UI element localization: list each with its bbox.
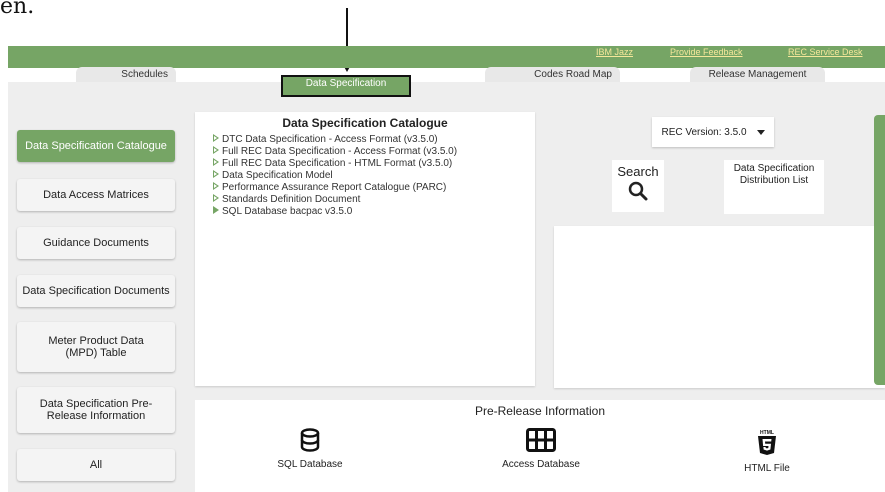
chevron-down-icon bbox=[756, 129, 765, 135]
table-icon bbox=[526, 428, 556, 452]
database-icon bbox=[300, 428, 320, 452]
html5-icon: HTML bbox=[758, 430, 776, 455]
expand-arrow-icon bbox=[213, 170, 219, 178]
sidebar-item-data-specification-catalogue[interactable]: Data Specification Catalogue bbox=[17, 130, 175, 162]
distribution-list-button[interactable]: Data Specification Distribution List bbox=[724, 160, 824, 214]
sql-database-download[interactable]: SQL Database bbox=[250, 428, 370, 470]
html-badge-text: HTML bbox=[760, 430, 774, 436]
catalogue-item[interactable]: Data Specification Model bbox=[213, 170, 457, 182]
html-file-label: HTML File bbox=[744, 463, 790, 474]
expand-arrow-icon bbox=[213, 206, 219, 214]
header-bar bbox=[8, 46, 885, 68]
expand-arrow-icon bbox=[213, 146, 219, 154]
sidebar-item-mpd-table[interactable]: Meter Product Data (MPD) Table bbox=[17, 322, 175, 372]
search-label: Search bbox=[617, 164, 659, 179]
access-database-download[interactable]: Access Database bbox=[481, 428, 601, 470]
tab-data-specification[interactable]: Data Specification bbox=[281, 75, 411, 97]
link-rec-service-desk[interactable]: REC Service Desk bbox=[788, 47, 863, 57]
expand-arrow-icon bbox=[213, 194, 219, 202]
search-icon bbox=[628, 181, 648, 201]
rec-version-value: REC Version: 3.5.0 bbox=[661, 126, 747, 138]
expand-arrow-icon bbox=[213, 182, 219, 190]
tab-release-management[interactable]: Release Management bbox=[690, 67, 825, 82]
sidebar-item-data-access-matrices[interactable]: Data Access Matrices bbox=[17, 179, 175, 211]
expand-arrow-icon bbox=[213, 134, 219, 142]
tab-codes-road-map[interactable]: Codes Road Map bbox=[485, 67, 620, 82]
catalogue-item[interactable]: DTC Data Specification - Access Format (… bbox=[213, 134, 457, 146]
search-button[interactable]: Search bbox=[612, 160, 664, 212]
access-database-label: Access Database bbox=[502, 459, 580, 470]
catalogue-item[interactable]: Performance Assurance Report Catalogue (… bbox=[213, 182, 457, 194]
caption-text: en. bbox=[0, 0, 35, 19]
sql-database-label: SQL Database bbox=[277, 459, 343, 470]
catalogue-item[interactable]: Full REC Data Specification - Access For… bbox=[213, 146, 457, 158]
sidebar-item-all[interactable]: All bbox=[17, 449, 175, 481]
tab-schedules[interactable]: Schedules bbox=[76, 67, 176, 82]
top-strip bbox=[0, 0, 885, 46]
catalogue-panel: Data Specification Catalogue DTC Data Sp… bbox=[195, 112, 535, 386]
catalogue-item[interactable]: Full REC Data Specification - HTML Forma… bbox=[213, 158, 457, 170]
sidebar-item-data-specification-documents[interactable]: Data Specification Documents bbox=[17, 275, 175, 307]
expand-arrow-icon bbox=[213, 158, 219, 166]
sidebar-item-pre-release-information[interactable]: Data Specification Pre-Release Informati… bbox=[17, 387, 175, 433]
catalogue-title: Data Specification Catalogue bbox=[282, 116, 448, 130]
catalogue-item[interactable]: Standards Definition Document bbox=[213, 194, 457, 206]
rec-version-select[interactable]: REC Version: 3.5.0 bbox=[652, 117, 774, 147]
link-provide-feedback[interactable]: Provide Feedback bbox=[670, 47, 743, 57]
prerelease-title: Pre-Release Information bbox=[474, 404, 606, 418]
link-ibm-jazz[interactable]: IBM Jazz bbox=[596, 47, 633, 57]
catalogue-item[interactable]: SQL Database bacpac v3.5.0 bbox=[213, 206, 457, 218]
side-accent-bar bbox=[874, 115, 885, 385]
preview-panel bbox=[554, 226, 885, 388]
sidebar-item-guidance-documents[interactable]: Guidance Documents bbox=[17, 227, 175, 259]
html-file-download[interactable]: HTML HTML File bbox=[707, 428, 827, 474]
catalogue-list: DTC Data Specification - Access Format (… bbox=[213, 134, 457, 218]
